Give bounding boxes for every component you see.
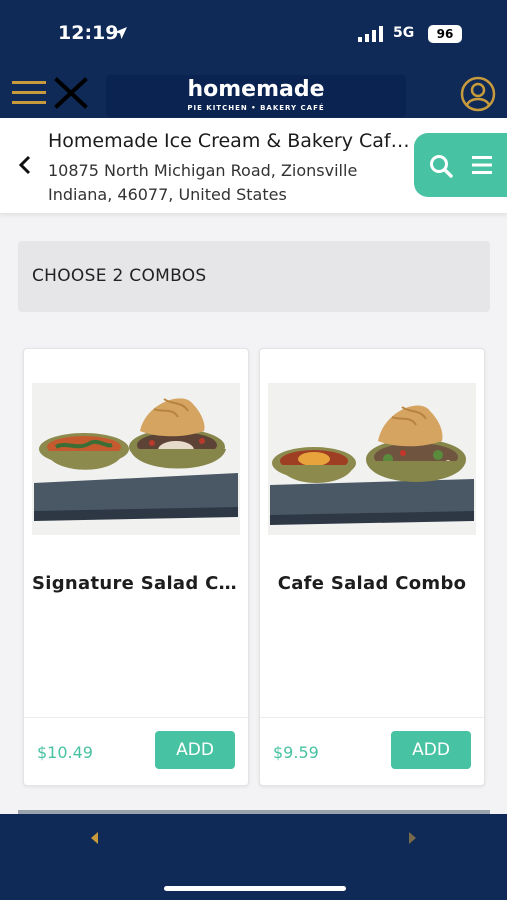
section-title: CHOOSE 2 COMBOS xyxy=(32,266,207,286)
brand-name: homemade xyxy=(187,77,325,102)
brand-logo[interactable]: homemade PIE KITCHEN • BAKERY CAFÉ xyxy=(106,75,406,117)
app-top-bar: 12:19 5G 96 homemade PIE KITCHEN • BAKER… xyxy=(0,0,507,118)
store-address-line1: 10875 North Michigan Road, Zionsville xyxy=(48,161,358,180)
add-button[interactable]: ADD xyxy=(155,731,235,769)
location-arrow-icon xyxy=(115,27,127,39)
battery-indicator: 96 xyxy=(428,25,462,43)
list-icon[interactable] xyxy=(470,154,494,176)
status-time: 12:19 xyxy=(58,22,119,44)
combo-footer: $9.59 ADD xyxy=(260,717,484,787)
store-header: Homemade Ice Cream & Bakery Café - Zions… xyxy=(0,118,507,214)
menu-icon[interactable] xyxy=(12,79,48,107)
back-icon[interactable] xyxy=(14,154,36,176)
next-icon[interactable] xyxy=(409,832,416,844)
user-icon[interactable] xyxy=(460,76,496,112)
search-icon[interactable] xyxy=(428,153,454,179)
combo-section-header: CHOOSE 2 COMBOS xyxy=(18,241,490,312)
add-button[interactable]: ADD xyxy=(391,731,471,769)
bottom-toolbar xyxy=(0,814,507,900)
combo-card[interactable]: Signature Salad Combo $10.49 ADD xyxy=(23,348,249,786)
signal-icon xyxy=(358,26,383,42)
prev-icon[interactable] xyxy=(91,832,98,844)
close-icon[interactable] xyxy=(54,77,88,109)
brand-tagline: PIE KITCHEN • BAKERY CAFÉ xyxy=(187,104,325,112)
combo-card[interactable]: Cafe Salad Combo $9.59 ADD xyxy=(259,348,485,786)
store-actions xyxy=(414,133,507,197)
status-bar: 12:19 5G 96 xyxy=(0,0,507,68)
combo-image xyxy=(32,383,240,535)
combo-title: Signature Salad Combo xyxy=(32,573,248,594)
home-indicator[interactable] xyxy=(164,886,346,891)
combo-price: $9.59 xyxy=(273,743,319,762)
network-label: 5G xyxy=(393,25,415,41)
combo-price: $10.49 xyxy=(37,743,93,762)
combo-title: Cafe Salad Combo xyxy=(277,573,467,594)
store-address-line2: Indiana, 46077, United States xyxy=(48,185,287,204)
combo-image xyxy=(268,383,476,535)
store-name: Homemade Ice Cream & Bakery Café - Zions… xyxy=(48,130,414,152)
combo-footer: $10.49 ADD xyxy=(24,717,248,787)
